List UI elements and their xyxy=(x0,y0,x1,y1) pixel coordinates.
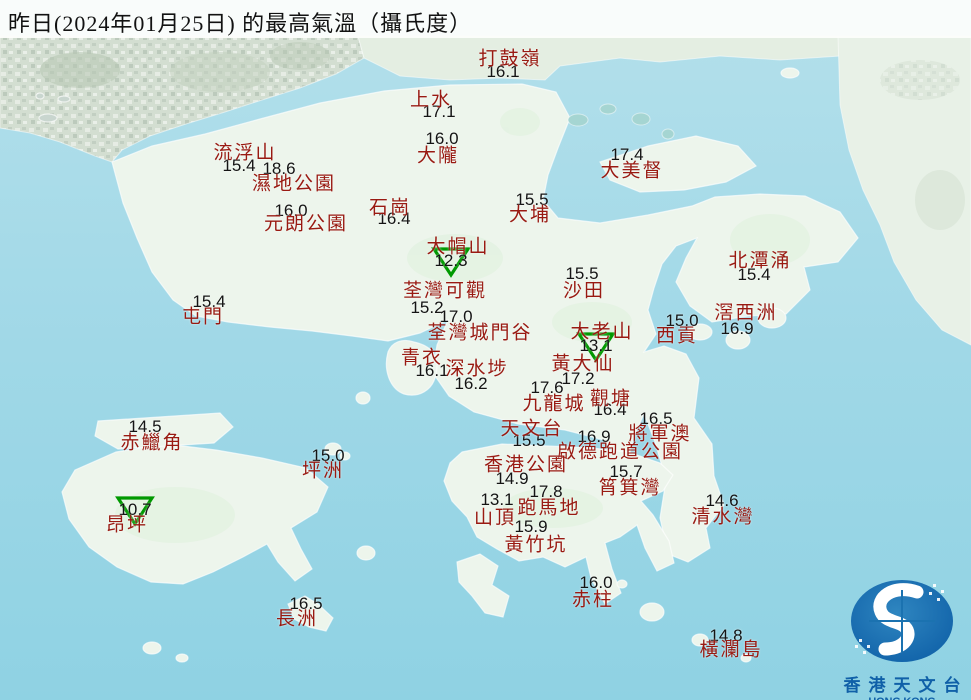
station-layer: 16.1 打鼓嶺 17.1 上水 16.0 大隴 15.4 流浮山 18.6 濕地公園 16.0 元朗… xyxy=(0,0,971,700)
station-name-label: 山頂 xyxy=(473,507,517,529)
station-name-label: 深水埗 xyxy=(445,358,509,380)
station-name-label: 北潭涌 xyxy=(728,250,792,272)
max-temperature-map-screen: 昨日(2024年01月25日) 的最高氣溫（攝氏度） 16.1 打鼓嶺 17.1 上水… xyxy=(0,0,971,700)
station-name-label: 跑馬地 xyxy=(517,497,581,519)
station-name-label: 荃灣城門谷 xyxy=(427,322,533,344)
station-name-label: 屯門 xyxy=(181,306,225,328)
station-name-label: 啟德跑道公園 xyxy=(556,441,684,463)
station-name-label: 打鼓嶺 xyxy=(478,48,542,70)
hko-logo-icon xyxy=(851,580,953,662)
hko-logo: 香港天文台 HONG KONG OBSERVATORY xyxy=(833,577,971,700)
station-name-label: 筲箕灣 xyxy=(598,477,662,499)
station-name-label: 上水 xyxy=(409,89,453,111)
station-name-label: 西貢 xyxy=(655,325,699,347)
station-name-label: 石崗 xyxy=(368,197,412,219)
station-name-label: 大美督 xyxy=(600,160,664,182)
station-name-label: 荃灣可觀 xyxy=(402,280,488,302)
station-name-label: 大隴 xyxy=(416,145,460,167)
station-name-label: 赤鱲角 xyxy=(120,432,184,454)
station-name-label: 濕地公園 xyxy=(251,173,337,195)
hko-logo-chinese: 香港天文台 xyxy=(843,676,969,695)
station-name-label: 觀塘 xyxy=(589,388,633,410)
hko-logo-english: HONG KONG OBSERVATORY xyxy=(833,696,971,700)
station-name-label: 青衣 xyxy=(400,347,444,369)
station-name-label: 清水灣 xyxy=(691,506,755,528)
station-name-label: 長洲 xyxy=(275,608,319,630)
station-name-label: 天文台 xyxy=(500,418,564,440)
station-name-label: 赤柱 xyxy=(571,589,615,611)
station-name-label: 大帽山 xyxy=(426,236,490,258)
station-name-label: 橫瀾島 xyxy=(699,639,763,661)
station-name-label: 元朗公園 xyxy=(263,213,349,235)
station-name-label: 大埔 xyxy=(508,204,552,226)
station-name-label: 黃竹坑 xyxy=(504,534,568,556)
station-name-label: 坪洲 xyxy=(301,460,345,482)
station-name-label: 滘西洲 xyxy=(714,302,778,324)
station-name-label: 九龍城 xyxy=(522,393,586,415)
station-name-label: 香港公園 xyxy=(483,454,569,476)
station-name-label: 黃大仙 xyxy=(551,353,615,375)
station-name-label: 昂坪 xyxy=(105,514,149,536)
station-name-label: 大老山 xyxy=(570,321,634,343)
station-name-label: 沙田 xyxy=(562,280,606,302)
